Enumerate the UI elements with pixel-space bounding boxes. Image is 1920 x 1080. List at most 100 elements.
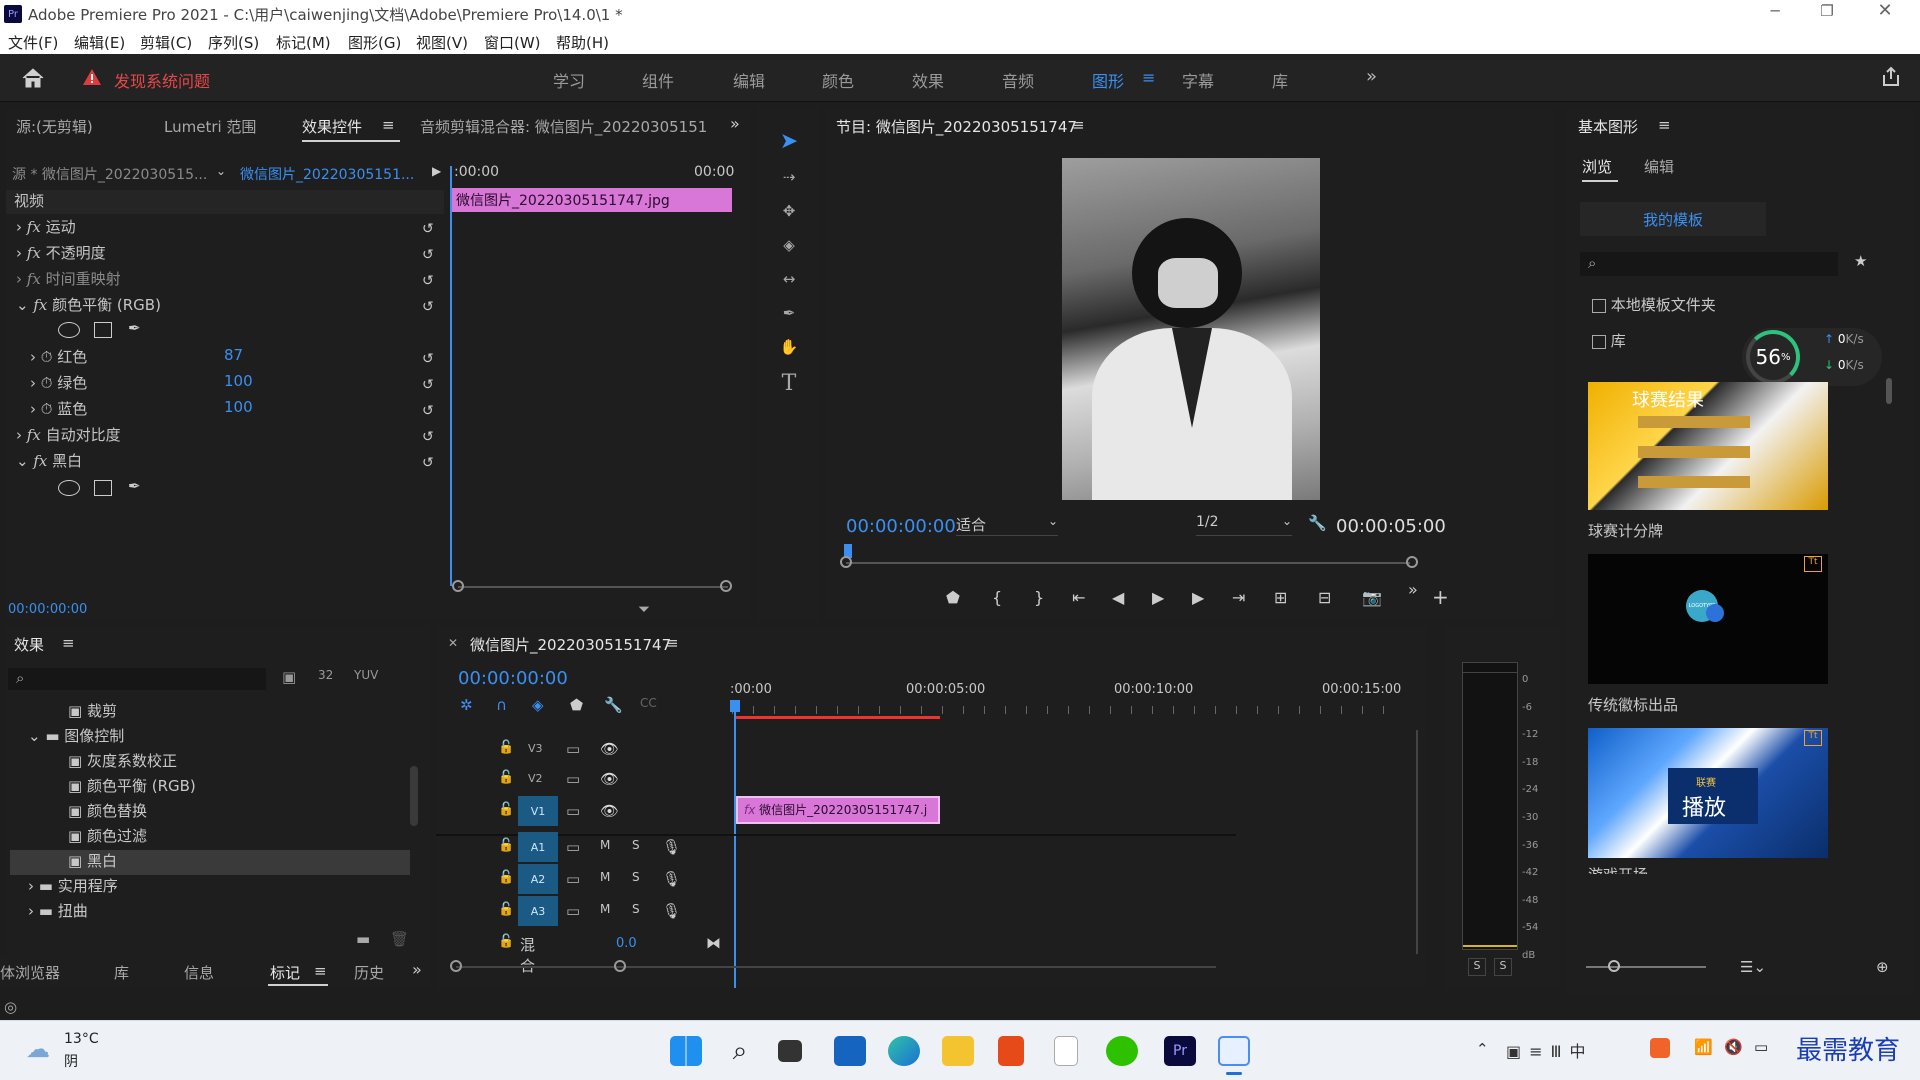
solo-button[interactable]: S bbox=[632, 870, 640, 884]
tab-browse[interactable]: 浏览 bbox=[1582, 156, 1612, 177]
chevron-down-icon[interactable]: ⌄ bbox=[216, 164, 226, 178]
template-thumb-logo[interactable]: LOGOTYPE Tt bbox=[1588, 554, 1828, 684]
restore-button[interactable]: ❐ bbox=[1812, 2, 1842, 26]
ripple-edit-tool-icon[interactable]: ✥ bbox=[774, 198, 804, 224]
nest-icon[interactable]: ✲ bbox=[460, 696, 473, 714]
effects-search-input[interactable]: ⌕ bbox=[8, 668, 266, 690]
panel-menu-icon[interactable]: ≡ bbox=[1072, 116, 1085, 134]
chevron-up-icon[interactable]: ⌃ bbox=[1476, 1040, 1489, 1058]
wifi-icon[interactable]: 📶 bbox=[1694, 1038, 1713, 1056]
effect-row-time-remap[interactable]: › fx 时间重映射 bbox=[16, 268, 456, 292]
lock-icon[interactable]: 🔓 bbox=[498, 838, 514, 853]
tab-effect-controls[interactable]: 效果控件 bbox=[302, 116, 362, 137]
program-timecode[interactable]: 00:00:00:00 bbox=[846, 516, 956, 537]
tray-app-icon[interactable] bbox=[1650, 1038, 1670, 1058]
tab-info[interactable]: 信息 bbox=[184, 962, 214, 983]
razor-tool-icon[interactable]: ◈ bbox=[774, 232, 804, 258]
effect-row-motion[interactable]: › fx 运动 bbox=[16, 216, 456, 240]
more-tabs-icon[interactable]: » bbox=[412, 960, 422, 979]
trash-icon[interactable]: 🗑 bbox=[390, 930, 409, 948]
add-marker-icon[interactable]: ⬟ bbox=[570, 696, 583, 714]
sync-lock-icon[interactable]: ▭ bbox=[566, 802, 580, 820]
menu-window[interactable]: 窗口(W) bbox=[484, 32, 541, 53]
track-label[interactable]: V2 bbox=[528, 772, 543, 785]
mail-icon[interactable] bbox=[834, 1036, 866, 1066]
reset-icon[interactable]: ↺ bbox=[422, 294, 434, 320]
panel-menu-icon[interactable]: ≡ bbox=[62, 634, 75, 652]
reset-icon[interactable]: ↺ bbox=[422, 268, 434, 294]
slip-tool-icon[interactable]: ↔ bbox=[774, 266, 804, 292]
reset-icon[interactable]: ↺ bbox=[422, 450, 434, 476]
timeline-h-scrollbar[interactable] bbox=[456, 966, 1216, 968]
sync-lock-icon[interactable]: ▭ bbox=[566, 838, 580, 856]
menu-file[interactable]: 文件(F) bbox=[8, 32, 58, 53]
fit-dropdown[interactable]: 适合 ⌄ bbox=[956, 514, 1058, 536]
play-triangle-icon[interactable]: ▶ bbox=[432, 164, 441, 178]
tree-item[interactable]: ▣ 颜色替换 bbox=[10, 800, 410, 825]
meter-solo-right[interactable]: S bbox=[1494, 958, 1512, 976]
export-frame-icon[interactable]: 📷 bbox=[1362, 588, 1382, 607]
timeline-v-scrollbar[interactable] bbox=[1416, 730, 1418, 954]
workspace-tab-assembly[interactable]: 组件 bbox=[642, 68, 674, 92]
workspace-tab-graphics[interactable]: 图形 bbox=[1092, 68, 1124, 92]
play-icon[interactable]: ▶ bbox=[1152, 588, 1164, 607]
ec-scrollbar[interactable] bbox=[458, 586, 728, 588]
accelerated-effects-icon[interactable]: ▣ bbox=[282, 668, 296, 686]
panel-menu-icon[interactable]: ≡ bbox=[382, 116, 395, 134]
tree-folder[interactable]: › ▬ 扭曲 bbox=[10, 900, 410, 925]
new-item-icon[interactable]: ⊕ bbox=[1876, 958, 1889, 976]
eye-icon[interactable]: 👁 bbox=[600, 740, 619, 758]
eye-icon[interactable]: 👁 bbox=[600, 770, 619, 788]
sync-lock-icon[interactable]: ▭ bbox=[566, 902, 580, 920]
battery-icon[interactable]: ▭ bbox=[1754, 1038, 1768, 1056]
effect-row-black-white[interactable]: ⌄ fx 黑白 bbox=[16, 450, 456, 474]
minimize-button[interactable]: ─ bbox=[1760, 2, 1790, 26]
workspace-tab-audio[interactable]: 音频 bbox=[1002, 68, 1034, 92]
go-to-out-icon[interactable]: ⇥ bbox=[1232, 588, 1245, 607]
tree-item[interactable]: ▣ 颜色平衡 (RGB) bbox=[10, 775, 410, 800]
32bit-effects-icon[interactable]: 32 bbox=[318, 668, 333, 682]
template-name-scoreboard[interactable]: 球赛计分牌 bbox=[1588, 520, 1663, 541]
rect-mask-icon[interactable] bbox=[94, 322, 112, 338]
eye-icon[interactable]: 👁 bbox=[600, 802, 619, 820]
video-frame[interactable] bbox=[1062, 158, 1320, 500]
ec-scroll-handle-right[interactable] bbox=[720, 580, 732, 592]
go-to-end-icon[interactable]: ⧓ bbox=[706, 934, 721, 952]
mark-out-icon[interactable]: } bbox=[1034, 588, 1044, 607]
tray-icons[interactable]: ▣≡Ⅲ中 bbox=[1506, 1038, 1594, 1062]
section-video[interactable]: 视频 bbox=[6, 190, 444, 214]
linked-selection-icon[interactable]: ◈ bbox=[532, 696, 544, 714]
timeline-playhead[interactable] bbox=[734, 700, 736, 988]
tree-item[interactable]: ▣ 颜色过滤 bbox=[10, 825, 410, 850]
captions-icon[interactable]: CC bbox=[640, 696, 657, 710]
track-label[interactable]: V3 bbox=[528, 742, 543, 755]
ec-scroll-handle-left[interactable] bbox=[452, 580, 464, 592]
meter-solo-left[interactable]: S bbox=[1468, 958, 1486, 976]
document-icon[interactable] bbox=[1054, 1036, 1078, 1066]
ec-clip-bar[interactable]: 微信图片_20220305151747.jpg bbox=[452, 188, 732, 212]
snipping-tool-icon[interactable] bbox=[1218, 1036, 1250, 1066]
weather-icon[interactable]: ☁ bbox=[26, 1035, 50, 1063]
menu-help[interactable]: 帮助(H) bbox=[556, 32, 609, 53]
menu-view[interactable]: 视图(V) bbox=[416, 32, 468, 53]
tree-item[interactable]: ▣ 裁剪 bbox=[10, 700, 410, 725]
tree-item-selected[interactable]: ▣ 黑白 bbox=[10, 850, 410, 875]
ellipse-mask-icon[interactable] bbox=[58, 322, 80, 338]
mix-value[interactable]: 0.0 bbox=[616, 936, 637, 951]
program-monitor-title[interactable]: 节目: 微信图片_20220305151747 bbox=[836, 116, 1077, 137]
more-workspaces-icon[interactable]: » bbox=[1366, 66, 1377, 87]
track-target-a3[interactable]: A3 bbox=[518, 896, 558, 926]
new-folder-icon[interactable]: ▬ bbox=[356, 930, 370, 948]
effect-row-opacity[interactable]: › fx 不透明度 bbox=[16, 242, 456, 266]
tab-media-browser[interactable]: 体浏览器 bbox=[0, 962, 60, 983]
effect-row-auto-contrast[interactable]: › fx 自动对比度 bbox=[16, 424, 456, 448]
scrub-handle-left[interactable] bbox=[840, 556, 852, 568]
tab-edit[interactable]: 编辑 bbox=[1644, 156, 1674, 177]
weather-temp[interactable]: 13°C bbox=[64, 1031, 99, 1047]
track-target-v1[interactable]: V1 bbox=[518, 796, 558, 826]
solo-button[interactable]: S bbox=[632, 838, 640, 852]
tab-markers[interactable]: 标记 bbox=[270, 962, 300, 983]
lock-icon[interactable]: 🔓 bbox=[498, 740, 514, 755]
resolution-dropdown[interactable]: 1/2 ⌄ bbox=[1196, 514, 1292, 536]
tab-history[interactable]: 历史 bbox=[354, 962, 384, 983]
